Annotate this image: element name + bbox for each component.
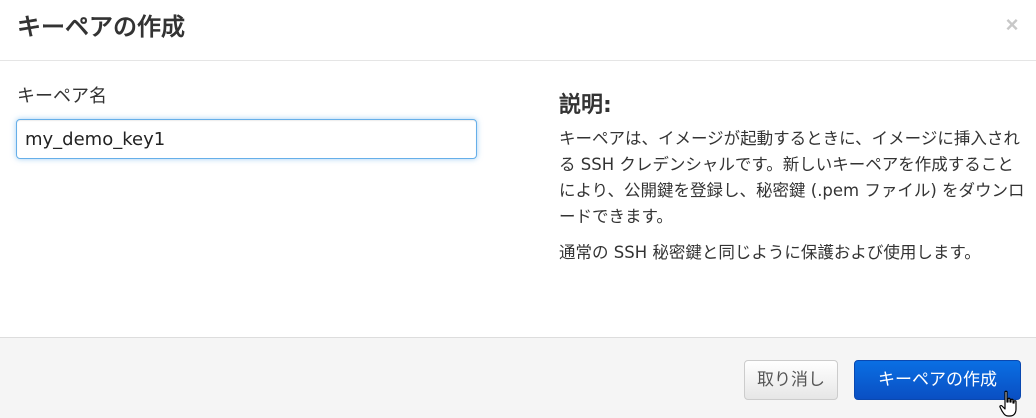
dialog-title: キーペアの作成 (17, 13, 185, 41)
dialog-footer: 取り消し キーペアの作成 (0, 337, 1036, 418)
create-keypair-button[interactable]: キーペアの作成 (854, 360, 1021, 400)
create-keypair-dialog: キーペアの作成 × キーペア名 説明: キーペアは、イメージが起動するときに、イ… (0, 0, 1036, 418)
description-panel: 説明: キーペアは、イメージが起動するときに、イメージに挿入される SSH クレ… (559, 90, 1029, 276)
description-paragraph-usage: 通常の SSH 秘密鍵と同じように保護および使用します。 (559, 243, 981, 262)
keypair-name-label: キーペア名 (17, 86, 107, 107)
close-icon[interactable]: × (1002, 12, 1022, 38)
cancel-button[interactable]: 取り消し (744, 360, 838, 400)
keypair-name-input[interactable] (16, 119, 477, 159)
description-paragraph: キーペアは、イメージが起動するときに、イメージに挿入される SSH クレデンシャ… (559, 129, 1025, 226)
dialog-header: キーペアの作成 × (0, 0, 1036, 61)
description-heading: 説明: (559, 93, 612, 118)
